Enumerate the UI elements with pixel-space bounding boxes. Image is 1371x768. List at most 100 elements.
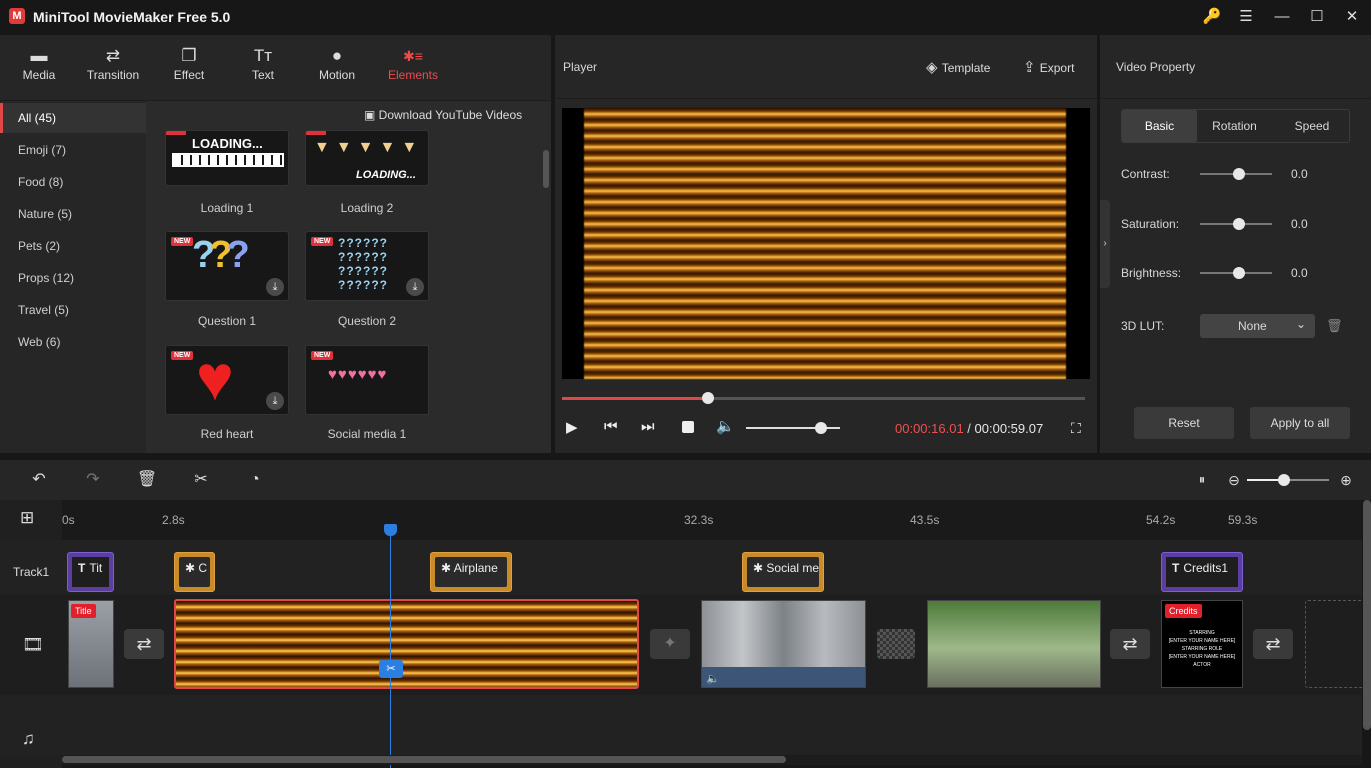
text-clip-title[interactable]: T Tit (67, 552, 114, 592)
player-title: Player (563, 60, 598, 74)
collapse-panel-icon[interactable]: › (1100, 200, 1110, 288)
element-clip-c[interactable]: ✱ C (174, 552, 215, 592)
element-tile-loading-2[interactable]: ▼▼▼▼▼ LOADING... (305, 130, 429, 186)
tab-elements[interactable]: ✱≡ Elements (375, 44, 451, 94)
new-badge-stub (306, 131, 326, 135)
video-clip-fire-selected[interactable] (174, 599, 639, 689)
element-tile-question-2[interactable]: NEW ???????????????????????? ⤓ (305, 231, 429, 301)
menu-icon[interactable]: ☰ (1233, 6, 1259, 28)
total-time: 00:00:59.07 (974, 421, 1044, 436)
transition-checker-icon[interactable] (877, 629, 915, 659)
minimize-button[interactable]: — (1269, 6, 1295, 28)
video-clip-road[interactable] (927, 600, 1101, 688)
download-icon[interactable]: ⤓ (266, 392, 284, 410)
layers-icon: ◈ (926, 59, 942, 76)
lut-select[interactable]: None ⌄ (1200, 314, 1315, 338)
transition-slot[interactable]: ⇄ (1253, 629, 1293, 659)
clip-label: Social me (766, 561, 819, 575)
zoom-out-icon[interactable]: ⊖ (1222, 470, 1246, 490)
apply-to-all-button[interactable]: Apply to all (1250, 407, 1350, 439)
tab-motion[interactable]: ● Motion (299, 44, 375, 94)
credits-line: [ENTER YOUR NAME HERE] (1168, 654, 1236, 660)
tab-transition[interactable]: ⇄ Transition (75, 44, 151, 94)
video-clip-credits[interactable]: Credits STARRING [ENTER YOUR NAME HERE] … (1161, 600, 1243, 688)
element-label: Red heart (200, 427, 254, 441)
category-props[interactable]: Props (12) (0, 263, 146, 293)
element-clip-social-media[interactable]: ✱ Social me (742, 552, 824, 592)
transition-placeholder-icon[interactable]: ✦ (650, 629, 690, 659)
delete-icon[interactable]: 🗑 (135, 470, 159, 490)
speed-icon[interactable]: ◔ (243, 470, 267, 490)
zoom-handle[interactable] (1277, 474, 1290, 486)
saturation-value: 0.0 (1291, 217, 1308, 231)
category-web[interactable]: Web (6) (0, 327, 146, 357)
play-button[interactable]: ▶ (566, 418, 578, 436)
tab-rotation[interactable]: Rotation (1197, 110, 1272, 142)
stop-button[interactable] (682, 421, 694, 433)
close-button[interactable]: ✕ (1339, 6, 1365, 28)
tab-speed[interactable]: Speed (1274, 110, 1350, 142)
tab-media[interactable]: ▬ Media (1, 44, 77, 94)
download-youtube-link[interactable]: ▣ Download YouTube Videos (364, 108, 522, 122)
playhead-handle[interactable] (384, 524, 397, 536)
ruler-label: 2.8s (162, 513, 185, 527)
trash-icon[interactable]: 🗑 (1326, 318, 1343, 334)
reset-button[interactable]: Reset (1134, 407, 1234, 439)
credits-line: STARRING ROLE (1181, 646, 1223, 652)
category-all[interactable]: All (45) (0, 103, 146, 133)
video-clip-door[interactable]: 🔈 (701, 600, 866, 688)
saturation-handle[interactable] (1233, 218, 1245, 230)
redo-icon[interactable]: ↷ (81, 470, 105, 490)
undo-icon[interactable]: ↶ (27, 470, 51, 490)
category-emoji[interactable]: Emoji (7) (0, 135, 146, 165)
timeline-vscroll-thumb[interactable] (1363, 500, 1371, 730)
empty-clip-slot[interactable] (1305, 600, 1365, 688)
tab-basic[interactable]: Basic (1122, 110, 1197, 142)
element-tile-social-media-1[interactable]: NEW ♥♥♥♥♥♥ (305, 345, 429, 415)
contrast-handle[interactable] (1233, 168, 1245, 180)
previous-frame-button[interactable]: ⏮ (604, 418, 618, 435)
brightness-handle[interactable] (1233, 267, 1245, 279)
question-row: ?????? (338, 278, 388, 292)
element-clip-airplane[interactable]: ✱ Airplane (430, 552, 512, 592)
new-badge-stub (166, 131, 186, 135)
tab-effect[interactable]: ❐ Effect (151, 44, 227, 94)
zoom-in-icon[interactable]: ⊕ (1334, 470, 1358, 490)
split-at-playhead-icon[interactable]: ✂ (379, 660, 403, 678)
fit-timeline-icon[interactable]: ⏸ (1190, 470, 1214, 490)
chevron-down-icon: ⌄ (1296, 317, 1307, 331)
element-tile-question-1[interactable]: NEW ??? ⤓ (165, 231, 289, 301)
split-icon[interactable]: ✂ (189, 470, 213, 490)
tab-text[interactable]: Tт Text (225, 44, 301, 94)
category-pets[interactable]: Pets (2) (0, 231, 146, 261)
download-icon[interactable]: ⤓ (406, 278, 424, 296)
lut-value: None (1238, 319, 1267, 333)
template-button[interactable]: ◈ Template (926, 58, 990, 76)
next-frame-button[interactable]: ⏭ (641, 418, 655, 435)
activation-key-icon[interactable]: 🔑 (1199, 6, 1225, 28)
transition-slot[interactable]: ⇄ (124, 629, 164, 659)
category-nature[interactable]: Nature (5) (0, 199, 146, 229)
download-icon[interactable]: ⤓ (266, 278, 284, 296)
credits-line: STARRING (1189, 630, 1215, 636)
volume-icon[interactable]: 🔈 (716, 417, 735, 435)
new-badge: NEW (311, 351, 334, 360)
element-tile-red-heart[interactable]: NEW ♥ ⤓ (165, 345, 289, 415)
maximize-button[interactable]: ☐ (1304, 6, 1330, 28)
add-track-icon[interactable]: ⊞ (20, 508, 34, 528)
video-track-icon: 🎞 (22, 635, 44, 654)
text-clip-credits[interactable]: T Credits1 (1161, 552, 1243, 592)
hearts-art: ♥♥♥♥♥♥ (328, 366, 388, 383)
timeline-hscroll-thumb[interactable] (62, 756, 786, 763)
fullscreen-icon[interactable]: ⛶ (1071, 420, 1081, 437)
credits-text: STARRING [ENTER YOUR NAME HERE] STARRING… (1162, 629, 1242, 669)
element-tile-loading-1[interactable]: LOADING... (165, 130, 289, 186)
video-clip-title[interactable]: Title (68, 600, 114, 688)
category-food[interactable]: Food (8) (0, 167, 146, 197)
effect-icon: ❐ (181, 46, 197, 65)
library-scrollbar[interactable] (543, 150, 549, 188)
playhead-line (390, 532, 391, 768)
export-button[interactable]: ⇪ Export (1023, 58, 1074, 76)
category-travel[interactable]: Travel (5) (0, 295, 146, 325)
transition-slot[interactable]: ⇄ (1110, 629, 1150, 659)
